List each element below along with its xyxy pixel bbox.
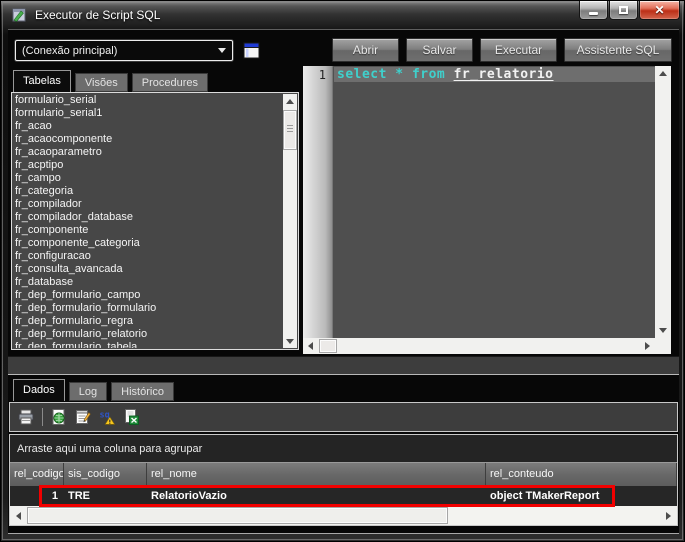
line-number: 1 — [319, 68, 326, 82]
list-item[interactable]: fr_compilador_database — [15, 211, 282, 224]
export-html-icon[interactable] — [48, 406, 70, 428]
column-header-rel-nome[interactable]: rel_nome — [147, 463, 486, 486]
grid-cell: 1 — [10, 490, 64, 502]
caption-buttons: ✕ — [579, 1, 680, 20]
button-executar[interactable]: Executar — [480, 38, 557, 62]
app-icon — [11, 7, 27, 23]
close-button[interactable]: ✕ — [639, 1, 680, 20]
grid-header: rel_codigosis_codigorel_nomerel_conteudo — [10, 463, 677, 486]
scroll-down-icon[interactable] — [655, 323, 671, 338]
list-item[interactable]: fr_acaocomponente — [15, 133, 282, 146]
result-toolbar: sq — [9, 402, 678, 432]
title-bar[interactable]: Executor de Script SQL ✕ — [1, 1, 684, 29]
export-xml-warning-icon[interactable]: sq — [96, 406, 118, 428]
grid-cell: object TMakerReport — [486, 490, 677, 502]
scroll-thumb[interactable] — [283, 110, 297, 150]
edit-text-icon[interactable] — [72, 406, 94, 428]
list-item[interactable]: fr_campo — [15, 172, 282, 185]
panel-splitter[interactable] — [8, 356, 679, 375]
tab-dados[interactable]: Dados — [13, 379, 65, 401]
group-by-area[interactable]: Arraste aqui uma coluna para agrupar — [10, 435, 677, 463]
table-list: formulario_serialformulario_serial1fr_ac… — [11, 92, 299, 350]
sql-keyword: select * from — [337, 67, 454, 82]
editor-vertical-scrollbar[interactable] — [655, 66, 671, 338]
list-item[interactable]: fr_consulta_avancada — [15, 263, 282, 276]
data-grid: Arraste aqui uma coluna para agrupar rel… — [9, 434, 678, 526]
client-area: (Conexão principal) AbrirSalvarExecutarA… — [8, 29, 679, 534]
sql-identifier: fr_relatorio — [454, 67, 554, 82]
scroll-left-icon[interactable] — [303, 338, 318, 354]
table-row[interactable]: 1TRERelatorioVazioobject TMakerReport — [10, 486, 677, 505]
list-item[interactable]: fr_dep_formulario_formulario — [15, 302, 282, 315]
connection-value: (Conexão principal) — [22, 45, 117, 57]
scroll-down-icon[interactable] — [283, 334, 297, 348]
app-window: Executor de Script SQL ✕ (Conexão princi… — [0, 0, 685, 542]
tab-historico[interactable]: Histórico — [111, 382, 174, 401]
connection-select[interactable]: (Conexão principal) — [15, 40, 233, 61]
list-item[interactable]: fr_database — [15, 276, 282, 289]
list-item[interactable]: fr_dep_formulario_campo — [15, 289, 282, 302]
column-header-rel-conteudo[interactable]: rel_conteudo — [486, 463, 677, 486]
list-item[interactable]: fr_dep_formulario_regra — [15, 315, 282, 328]
left-tabs: TabelasVisõesProcedures — [13, 70, 212, 92]
list-item[interactable]: formulario_serial1 — [15, 107, 282, 120]
list-item[interactable]: fr_dep_formulario_tabela — [15, 341, 282, 348]
maximize-button[interactable] — [609, 1, 638, 20]
group-by-hint: Arraste aqui uma coluna para agrupar — [17, 443, 202, 455]
scroll-thumb[interactable] — [27, 507, 448, 524]
scroll-right-icon[interactable] — [640, 338, 655, 354]
table-list-scrollbar[interactable] — [283, 94, 297, 348]
editor-text-area[interactable]: select * from fr_relatorio — [334, 66, 655, 338]
scroll-left-icon[interactable] — [10, 506, 27, 525]
minimize-button[interactable] — [579, 1, 608, 20]
chevron-down-icon — [218, 48, 226, 53]
tab-visoes[interactable]: Visões — [75, 73, 128, 92]
scroll-right-icon[interactable] — [660, 506, 677, 525]
scroll-thumb[interactable] — [319, 339, 337, 353]
button-salvar[interactable]: Salvar — [406, 38, 473, 62]
button-abrir[interactable]: Abrir — [332, 38, 399, 62]
grid-horizontal-scrollbar[interactable] — [10, 506, 677, 525]
window-title: Executor de Script SQL — [35, 8, 160, 22]
minimize-icon — [589, 12, 598, 15]
grid-cell: RelatorioVazio — [147, 490, 486, 502]
list-item[interactable]: fr_compilador — [15, 198, 282, 211]
list-item[interactable]: fr_componente — [15, 224, 282, 237]
toolbar-buttons: Abrir Salvar Executar Assistente SQL — [332, 38, 672, 62]
toolbar-separator — [42, 408, 43, 426]
list-item[interactable]: formulario_serial — [15, 94, 282, 107]
button-assistente-sql[interactable]: Assistente SQL — [564, 38, 672, 62]
tab-log[interactable]: Log — [69, 382, 107, 401]
tab-procedures[interactable]: Procedures — [132, 73, 208, 92]
scrollbar-corner — [655, 338, 671, 354]
table-icon — [243, 42, 261, 60]
print-icon[interactable] — [15, 406, 37, 428]
connection-table-button[interactable] — [241, 40, 262, 61]
list-item[interactable]: fr_componente_categoria — [15, 237, 282, 250]
list-item[interactable]: fr_dep_formulario_relatorio — [15, 328, 282, 341]
grid-cell: TRE — [64, 490, 147, 502]
list-item[interactable]: fr_acao — [15, 120, 282, 133]
maximize-icon — [619, 6, 628, 14]
scroll-up-icon[interactable] — [655, 66, 671, 81]
list-item[interactable]: fr_configuracao — [15, 250, 282, 263]
column-header-sis-codigo[interactable]: sis_codigo — [64, 463, 147, 486]
export-excel-icon[interactable] — [120, 406, 142, 428]
scroll-up-icon[interactable] — [283, 94, 297, 108]
list-item[interactable]: fr_categoria — [15, 185, 282, 198]
list-item[interactable]: fr_acaoparametro — [15, 146, 282, 159]
close-icon: ✕ — [654, 4, 664, 16]
editor-gutter: 1 — [303, 66, 333, 338]
list-item[interactable]: fr_acptipo — [15, 159, 282, 172]
sql-editor[interactable]: 1 select * from fr_relatorio — [303, 66, 671, 354]
current-line: select * from fr_relatorio — [334, 67, 655, 82]
table-list-items: formulario_serialformulario_serial1fr_ac… — [15, 94, 282, 348]
column-header-rel-codigo[interactable]: rel_codigo — [10, 463, 64, 486]
tab-tabelas[interactable]: Tabelas — [13, 70, 71, 92]
bottom-tabs: DadosLogHistórico — [13, 379, 178, 401]
editor-horizontal-scrollbar[interactable] — [303, 338, 655, 354]
